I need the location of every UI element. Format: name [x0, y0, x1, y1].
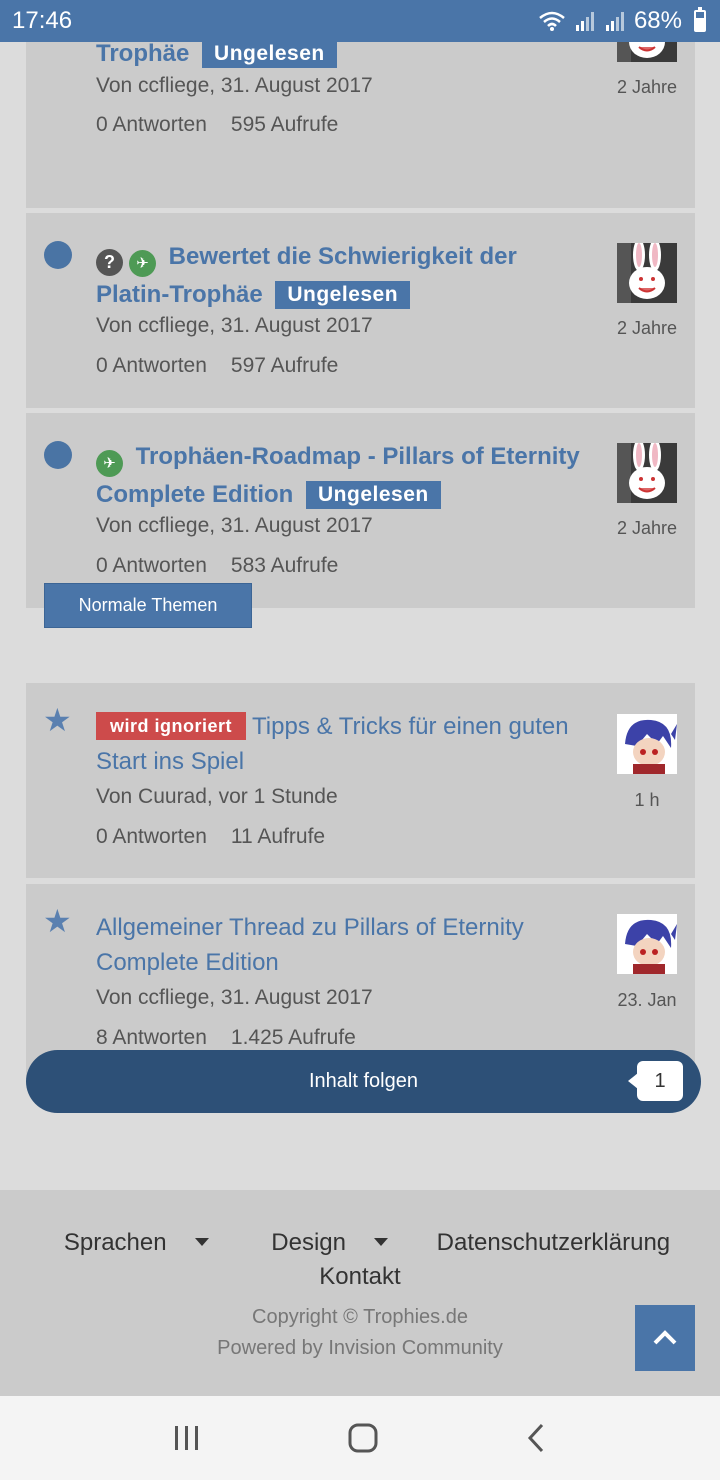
topic-age: 2 Jahre — [616, 318, 678, 338]
wifi-icon — [539, 11, 565, 31]
clock: 17:46 — [12, 7, 73, 34]
topic-age: 2 Jahre — [616, 518, 678, 538]
topic-author: Von ccfliege, 31. August 2017 — [96, 514, 373, 537]
topic-row[interactable]: ★ wird ignoriert Tipps & Tricks für einen… — [26, 683, 695, 878]
view-count: 11 Aufrufe — [230, 825, 326, 848]
topic-stats: 8 Antworten 1.425 Aufrufe — [96, 1026, 356, 1050]
footer: Sprachen Design Datenschutzerklärung Kon… — [0, 1190, 720, 1396]
topic-title[interactable]: ? ✈ Bewertet die Schwierigkeit der Platin… — [96, 239, 596, 312]
reply-count: 0 Antworten — [96, 354, 207, 377]
reply-count: 0 Antworten — [96, 554, 207, 577]
home-icon[interactable] — [347, 1422, 379, 1454]
unread-dot-icon — [44, 241, 72, 269]
star-icon: ★ — [43, 702, 72, 738]
section-label-normal-topics: Normale Themen — [44, 583, 252, 628]
topic-author: Von ccfliege, 31. August 2017 — [96, 314, 373, 337]
topic-author: Von Cuurad, vor 1 Stunde — [96, 785, 338, 808]
topic-author: Von ccfliege, 31. August 2017 — [96, 74, 373, 97]
unread-badge: Ungelesen — [306, 481, 441, 509]
view-count: 597 Aufrufe — [230, 354, 339, 377]
topic-row[interactable]: ? ✈ Bewertet die Schwierigkeit der Platin… — [26, 213, 695, 408]
topic-title[interactable]: Allgemeiner Thread zu Pillars of Eternit… — [96, 910, 596, 980]
topic-author: Von ccfliege, 31. August 2017 — [96, 986, 373, 1009]
topic-stats: 0 Antworten 11 Aufrufe — [96, 825, 325, 849]
copyright-text: Copyright © Trophies.de — [252, 1306, 468, 1328]
chevron-up-icon — [653, 1330, 677, 1345]
reply-count: 0 Antworten — [96, 825, 207, 848]
scroll-to-top-button[interactable] — [635, 1305, 695, 1371]
contact-link[interactable]: Kontakt — [319, 1263, 400, 1290]
footer-links: Sprachen Design Datenschutzerklärung Kon… — [0, 1226, 720, 1294]
question-icon: ? — [96, 249, 123, 276]
topic-title[interactable]: wird ignoriert Tipps & Tricks für einen g… — [96, 709, 596, 779]
signal-icon-2 — [605, 12, 624, 31]
avatar[interactable] — [617, 714, 677, 774]
footer-copyright: Copyright © Trophies.de Powered by Invis… — [0, 1302, 720, 1364]
follower-count: 1 — [628, 1061, 683, 1101]
recent-apps-icon[interactable] — [172, 1423, 202, 1453]
follow-content-button[interactable]: Inhalt folgen 1 — [26, 1050, 701, 1113]
back-icon[interactable] — [524, 1422, 548, 1454]
design-menu[interactable]: Design — [257, 1229, 402, 1256]
topic-row[interactable]: ✈ Trophäen-Roadmap - Pillars of Eternity… — [26, 413, 695, 608]
avatar[interactable] — [617, 243, 677, 303]
unread-badge: Ungelesen — [275, 281, 411, 309]
system-nav-bar — [0, 1396, 720, 1480]
topic-title[interactable]: ✈ Trophäen-Roadmap - Pillars of Eternity… — [96, 439, 596, 512]
topic-stats: 0 Antworten 597 Aufrufe — [96, 354, 338, 378]
follow-label: Inhalt folgen — [309, 1070, 418, 1092]
topic-age: 23. Jan — [617, 990, 677, 1010]
avatar[interactable] — [617, 443, 677, 503]
design-label: Design — [271, 1229, 346, 1256]
topic-title-text[interactable]: Allgemeiner Thread zu Pillars of Eternit… — [96, 914, 524, 976]
unread-badge: Ungelesen — [202, 40, 337, 68]
unread-dot-icon — [44, 441, 72, 469]
status-icons: 68% — [538, 7, 706, 35]
battery-icon — [694, 7, 706, 32]
topic-stats: 0 Antworten 583 Aufrufe — [96, 554, 338, 578]
status-bar: 17:46 68% — [0, 0, 720, 42]
signal-icon — [575, 12, 594, 31]
view-count: 595 Aufrufe — [230, 113, 339, 136]
powered-by-link[interactable]: Powered by Invision Community — [0, 1333, 720, 1364]
pin-icon: ✈ — [96, 450, 123, 477]
privacy-link[interactable]: Datenschutzerklärung — [437, 1229, 670, 1256]
avatar[interactable] — [617, 914, 677, 974]
pin-icon: ✈ — [129, 250, 156, 277]
caret-down-icon — [194, 1238, 209, 1246]
battery-percent: 68% — [633, 7, 682, 34]
view-count: 1.425 Aufrufe — [230, 1026, 356, 1049]
ignored-badge: wird ignoriert — [96, 712, 247, 740]
languages-menu[interactable]: Sprachen — [50, 1229, 223, 1256]
reply-count: 8 Antworten — [96, 1026, 207, 1049]
reply-count: 0 Antworten — [96, 113, 207, 136]
topic-age: 2 Jahre — [616, 77, 678, 97]
caret-down-icon — [374, 1238, 388, 1246]
star-icon: ★ — [43, 903, 72, 939]
view-count: 583 Aufrufe — [230, 554, 339, 577]
topic-stats: 0 Antworten 595 Aufrufe — [96, 113, 338, 137]
topic-age: 1 h — [634, 790, 660, 810]
languages-label: Sprachen — [63, 1229, 167, 1256]
